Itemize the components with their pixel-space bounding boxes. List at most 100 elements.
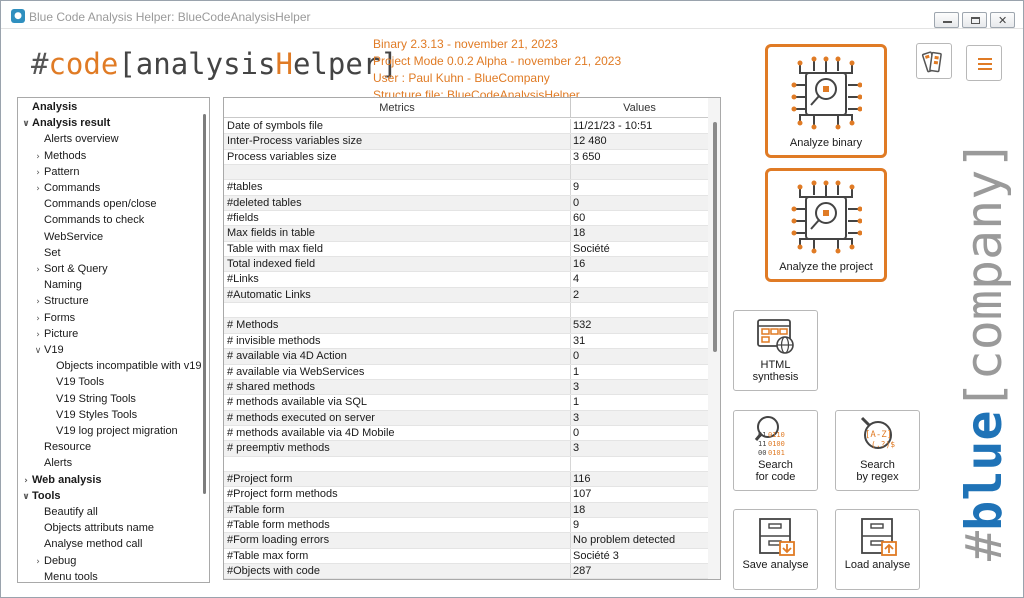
table-row[interactable]: Max fields in table 18	[224, 226, 708, 242]
chevron-right-icon[interactable]: ›	[32, 262, 44, 278]
table-scrollbar[interactable]	[708, 98, 720, 579]
tree-scrollbar[interactable]	[203, 114, 206, 494]
value-cell: 16	[573, 258, 586, 271]
table-row[interactable]: #fields 60	[224, 211, 708, 227]
tree-item[interactable]: › Pattern	[32, 164, 79, 180]
chevron-down-icon[interactable]: ∨	[20, 116, 32, 132]
chevron-right-icon[interactable]: ›	[32, 554, 44, 570]
tree-item[interactable]: Analyse method call	[32, 536, 142, 552]
table-row[interactable]: #Automatic Links 2	[224, 287, 708, 304]
table-row[interactable]: # methods available via SQL 1	[224, 395, 708, 411]
tree-item[interactable]: V19 String Tools	[44, 391, 136, 407]
table-row[interactable]	[224, 456, 708, 472]
tree-item[interactable]: Commands open/close	[32, 196, 157, 212]
table-row[interactable]: #Form loading errors No problem detected	[224, 533, 708, 549]
column-header-values[interactable]: Values	[571, 98, 708, 118]
tree-item[interactable]: Naming	[32, 277, 82, 293]
tree-item[interactable]: › Web analysis	[20, 472, 101, 489]
minimize-icon	[943, 21, 952, 23]
tree-item[interactable]: Menu tools	[32, 569, 98, 582]
table-row[interactable]: # preemptiv methods 3	[224, 441, 708, 457]
chevron-right-icon[interactable]: ›	[32, 311, 44, 327]
save-analyse-button[interactable]: Save analyse	[733, 509, 818, 590]
chevron-right-icon[interactable]: ›	[20, 473, 32, 489]
table-row[interactable]: Inter-Process variables size 12 480	[224, 134, 708, 150]
tree-item[interactable]: › Commands	[32, 180, 100, 196]
tree-item[interactable]: Objects attributs name	[32, 520, 154, 536]
table-row[interactable]: #deleted tables 0	[224, 195, 708, 212]
tree-item[interactable]: Beautify all	[32, 504, 98, 520]
tree-item[interactable]: ∨ Tools	[20, 488, 60, 505]
table-row[interactable]: # Methods 532	[224, 318, 708, 334]
table-row[interactable]: #Objects with code 287	[224, 563, 708, 579]
chevron-down-icon[interactable]: ∨	[20, 489, 32, 505]
table-row[interactable]: Date of symbols file 11/21/23 - 10:51	[224, 119, 708, 135]
tree-item[interactable]: › Forms	[32, 310, 75, 326]
table-row[interactable]: # invisible methods 31	[224, 333, 708, 350]
maximize-button[interactable]	[962, 12, 987, 28]
table-row[interactable]: Table with max field Société	[224, 241, 708, 258]
html-synthesis-label-1: HTML	[760, 359, 791, 371]
table-row[interactable]: #Links 4	[224, 272, 708, 288]
table-row[interactable]: # available via 4D Action 0	[224, 349, 708, 365]
settings-button[interactable]	[916, 43, 952, 79]
load-analyse-button[interactable]: Load analyse	[835, 509, 920, 590]
table-row[interactable]	[224, 303, 708, 319]
tree-item[interactable]: › Sort & Query	[32, 261, 108, 278]
circuit-magnifier-icon	[791, 180, 862, 254]
table-row[interactable]: # methods executed on server 3	[224, 410, 708, 426]
tree-item[interactable]: WebService	[32, 229, 103, 245]
tree-item[interactable]: V19 Styles Tools	[44, 407, 137, 423]
tree-item[interactable]: ∨ V19	[32, 342, 64, 358]
tree-item[interactable]: › Picture	[32, 326, 78, 342]
table-row[interactable]: #Table form 18	[224, 502, 708, 518]
analyze-binary-button[interactable]: Analyze binary	[765, 44, 887, 158]
table-row[interactable]: #Table max form Société 3	[224, 548, 708, 564]
menu-button[interactable]	[966, 45, 1002, 81]
chevron-right-icon[interactable]: ›	[32, 327, 44, 343]
tree-item[interactable]: ∨ Analysis result	[20, 115, 110, 131]
tree-item[interactable]: Objects incompatible with v19	[44, 358, 202, 374]
table-row[interactable]	[224, 165, 708, 181]
search-regex-button[interactable]: [A-Z] (.?)$ Search by regex	[835, 410, 920, 491]
chevron-right-icon[interactable]: ›	[32, 294, 44, 310]
html-synthesis-button[interactable]: HTML synthesis	[733, 310, 818, 391]
tree-item[interactable]: Resource	[32, 439, 91, 455]
tree-item[interactable]: V19 Tools	[44, 374, 104, 390]
tree-item[interactable]: › Debug	[32, 553, 76, 569]
search-code-button[interactable]: 01 0110 11 0100 00 0101 Search for code	[733, 410, 818, 491]
table-row[interactable]: #Table form methods 9	[224, 517, 708, 534]
metric-cell: #Objects with code	[227, 564, 320, 577]
table-row[interactable]: # methods available via 4D Mobile 0	[224, 425, 708, 442]
table-row[interactable]: Process variables size 3 650	[224, 149, 708, 166]
table-row[interactable]: Total indexed field 16	[224, 257, 708, 273]
tree-item[interactable]: Analysis	[20, 99, 77, 115]
tree-item[interactable]: › Structure	[32, 293, 88, 310]
table-row[interactable]: # available via WebServices 1	[224, 364, 708, 380]
close-button[interactable]: ✕	[990, 12, 1015, 28]
chevron-right-icon[interactable]: ›	[32, 181, 44, 197]
tree-item[interactable]: V19 log project migration	[44, 423, 178, 439]
column-header-metrics[interactable]: Metrics	[224, 98, 571, 118]
value-cell: 287	[573, 564, 592, 577]
tree-item[interactable]: Alerts overview	[32, 131, 119, 147]
minimize-button[interactable]	[934, 12, 959, 28]
table-row[interactable]: #tables 9	[224, 180, 708, 196]
table-row[interactable]: #Project form 116	[224, 471, 708, 488]
tree-item[interactable]: Set	[32, 245, 61, 261]
tree-item[interactable]: › Methods	[32, 148, 86, 164]
chevron-right-icon[interactable]: ›	[32, 149, 44, 165]
table-scrollbar-thumb[interactable]	[713, 122, 717, 352]
regex-magnifier-icon: [A-Z] (.?)$	[860, 416, 895, 449]
navigation-tree[interactable]: Analysis ∨ Analysis result Alerts overview ›…	[17, 97, 210, 583]
binary-magnifier-icon: 01 0110 11 0100 00 0101	[754, 416, 785, 457]
table-row[interactable]: # shared methods 3	[224, 379, 708, 396]
metrics-table[interactable]: Metrics Values Date of symbols file 11/21…	[223, 97, 721, 580]
table-row[interactable]: #Project form methods 107	[224, 487, 708, 503]
chevron-down-icon[interactable]: ∨	[32, 343, 44, 359]
tree-item[interactable]: Alerts	[32, 455, 72, 471]
tree-item[interactable]: Commands to check	[32, 212, 144, 228]
tree-item-label: Sort & Query	[44, 263, 108, 275]
chevron-right-icon[interactable]: ›	[32, 165, 44, 181]
analyze-project-button[interactable]: Analyze the project	[765, 168, 887, 282]
